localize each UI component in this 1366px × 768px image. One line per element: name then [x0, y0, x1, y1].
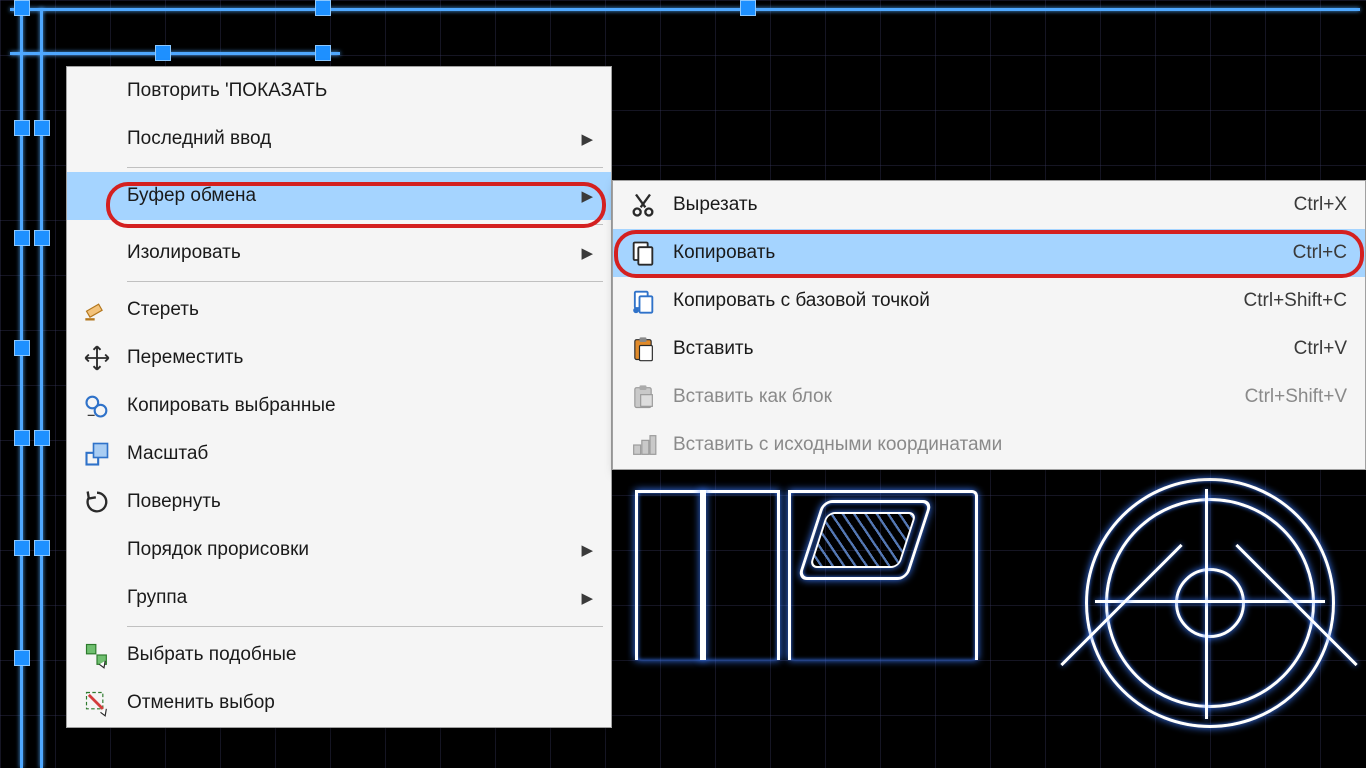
ctx-item-16[interactable]: Отменить выбор [67, 679, 611, 727]
menu-item-label: Копировать [673, 242, 1293, 264]
menu-item-label: Стереть [127, 299, 575, 321]
clip-item-3[interactable]: ВставитьCtrl+V [613, 325, 1365, 373]
ctx-item-5[interactable]: Изолировать▶ [67, 229, 611, 277]
menu-item-label: Изолировать [127, 242, 575, 264]
ctx-item-11[interactable]: Повернуть [67, 478, 611, 526]
menu-item-shortcut: Ctrl+V [1294, 338, 1347, 360]
paste-block-icon [613, 383, 673, 411]
chevron-right-icon: ▶ [575, 589, 593, 607]
menu-item-label: Выбрать подобные [127, 644, 575, 666]
ctx-item-8[interactable]: Переместить [67, 334, 611, 382]
deselect-icon [67, 689, 127, 717]
context-submenu-clipboard: ВырезатьCtrl+XКопироватьCtrl+CКопировать… [612, 180, 1366, 470]
menu-item-label: Копировать выбранные [127, 395, 575, 417]
ctx-item-0[interactable]: Повторить 'ПОКАЗАТЬ [67, 67, 611, 115]
chevron-right-icon: ▶ [575, 244, 593, 262]
copy-icon [613, 239, 673, 267]
context-menu-main: Повторить 'ПОКАЗАТЬПоследний ввод▶Буфер … [66, 66, 612, 728]
menu-item-shortcut: Ctrl+X [1294, 194, 1347, 216]
menu-item-label: Порядок прорисовки [127, 539, 575, 561]
menu-item-label: Вставить [673, 338, 1294, 360]
erase-icon [67, 296, 127, 324]
menu-item-label: Вырезать [673, 194, 1294, 216]
menu-item-label: Повернуть [127, 491, 575, 513]
menu-item-shortcut: Ctrl+Shift+C [1244, 290, 1347, 312]
menu-item-label: Вставить как блок [673, 386, 1245, 408]
chevron-right-icon: ▶ [575, 541, 593, 559]
paste-icon [613, 335, 673, 363]
rotate-icon [67, 488, 127, 516]
ctx-item-7[interactable]: Стереть [67, 286, 611, 334]
ctx-item-3[interactable]: Буфер обмена▶ [67, 172, 611, 220]
copy-sel-icon [67, 392, 127, 420]
menu-item-label: Повторить 'ПОКАЗАТЬ [127, 80, 575, 102]
clip-item-2[interactable]: Копировать с базовой точкойCtrl+Shift+C [613, 277, 1365, 325]
select-similar-icon [67, 641, 127, 669]
chevron-right-icon: ▶ [575, 130, 593, 148]
menu-item-shortcut: Ctrl+Shift+V [1245, 386, 1347, 408]
ctx-item-15[interactable]: Выбрать подобные [67, 631, 611, 679]
paste-coords-icon [613, 431, 673, 459]
menu-item-label: Последний ввод [127, 128, 575, 150]
menu-item-label: Масштаб [127, 443, 575, 465]
menu-separator [127, 281, 603, 282]
copy-base-icon [613, 287, 673, 315]
menu-item-label: Группа [127, 587, 575, 609]
ctx-item-12[interactable]: Порядок прорисовки▶ [67, 526, 611, 574]
ctx-item-10[interactable]: Масштаб [67, 430, 611, 478]
menu-separator [127, 626, 603, 627]
menu-item-label: Копировать с базовой точкой [673, 290, 1244, 312]
clip-item-5: Вставить с исходными координатами [613, 421, 1365, 469]
menu-separator [127, 167, 603, 168]
chevron-right-icon: ▶ [575, 187, 593, 205]
cut-icon [613, 191, 673, 219]
move-icon [67, 344, 127, 372]
menu-item-label: Буфер обмена [127, 185, 575, 207]
clip-item-0[interactable]: ВырезатьCtrl+X [613, 181, 1365, 229]
ctx-item-13[interactable]: Группа▶ [67, 574, 611, 622]
ctx-item-1[interactable]: Последний ввод▶ [67, 115, 611, 163]
menu-separator [127, 224, 603, 225]
ctx-item-9[interactable]: Копировать выбранные [67, 382, 611, 430]
menu-item-shortcut: Ctrl+C [1293, 242, 1347, 264]
scale-icon [67, 440, 127, 468]
menu-item-label: Переместить [127, 347, 575, 369]
clip-item-4: Вставить как блокCtrl+Shift+V [613, 373, 1365, 421]
menu-item-label: Отменить выбор [127, 692, 575, 714]
menu-item-label: Вставить с исходными координатами [673, 434, 1347, 456]
clip-item-1[interactable]: КопироватьCtrl+C [613, 229, 1365, 277]
